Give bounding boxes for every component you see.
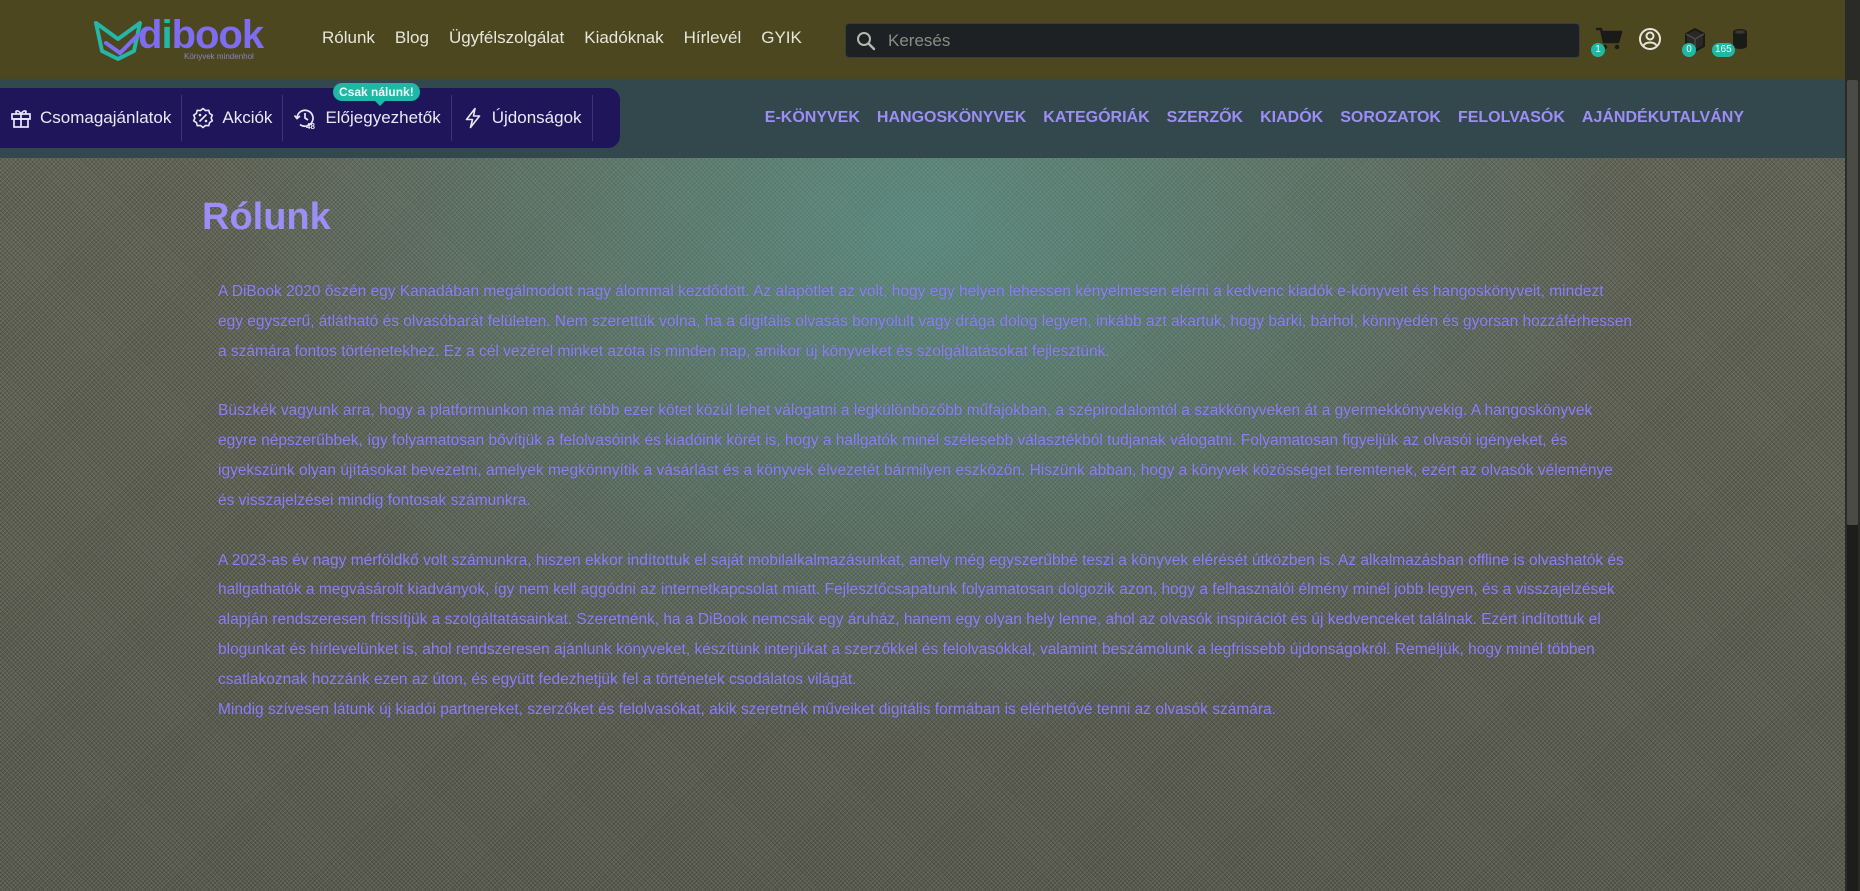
promo-item-akciok[interactable]: Akciók	[182, 95, 284, 141]
top-bar: dibook Könyvek mindenhol Rólunk Blog Ügy…	[0, 0, 1845, 79]
category-bar: Csomagajánlatok Akciók 48 Előjegyezhetők	[0, 79, 1845, 158]
cat-hangoskonyvek[interactable]: HANGOSKÖNYVEK	[877, 109, 1026, 127]
logo[interactable]: dibook Könyvek mindenhol	[90, 13, 275, 65]
promo-menu: Csomagajánlatok Akciók 48 Előjegyezhetők	[0, 83, 620, 148]
lightning-icon	[465, 107, 481, 129]
about-paragraph-3: A 2023-as év nagy mérföldkő volt számunk…	[218, 551, 1624, 688]
top-nav: Rólunk Blog Ügyfélszolgálat Kiadóknak Hí…	[322, 28, 822, 48]
logo-tagline: Könyvek mindenhol	[184, 52, 254, 61]
exclusive-badge: Csak nálunk!	[333, 83, 420, 106]
search-box[interactable]	[845, 23, 1580, 58]
scrollbar-track-lower	[1847, 525, 1858, 891]
promo-item-csomagajanlatok[interactable]: Csomagajánlatok	[0, 95, 183, 141]
category-nav: E-KÖNYVEK HANGOSKÖNYVEK KATEGÓRIÁK SZERZ…	[748, 109, 1744, 127]
svg-text:48: 48	[306, 122, 315, 130]
promo-label: Előjegyezhetők	[325, 108, 441, 127]
promo-label: Akciók	[222, 108, 273, 127]
nav-rolunk[interactable]: Rólunk	[322, 28, 375, 48]
cat-kiadok[interactable]: KIADÓK	[1260, 109, 1323, 127]
user-icon[interactable]	[1635, 24, 1665, 54]
coins-badge: 165	[1712, 43, 1735, 57]
search-input[interactable]	[886, 27, 1570, 55]
search-icon	[857, 32, 876, 51]
logo-letter-i: i	[161, 13, 172, 57]
about-paragraph-4: Mindig szívesen látunk új kiadói partner…	[218, 700, 1276, 718]
promo-item-ujdonsagok[interactable]: Újdonságok	[452, 95, 593, 141]
nav-ugyfelszolgalat[interactable]: Ügyfélszolgálat	[449, 28, 564, 48]
cat-szerzok[interactable]: SZERZŐK	[1167, 109, 1243, 127]
promo-label: Újdonságok	[491, 108, 582, 127]
about-paragraph-2: Büszkék vagyunk arra, hogy a platformunk…	[218, 402, 1613, 509]
gift-box-icon	[11, 110, 31, 128]
cat-ajandekutalvany[interactable]: AJÁNDÉKUTALVÁNY	[1582, 109, 1744, 127]
nav-blog[interactable]: Blog	[395, 28, 429, 48]
page-title: Rólunk	[202, 196, 331, 238]
scrollbar-thumb[interactable]	[1847, 80, 1858, 525]
nav-gyik[interactable]: GYIK	[761, 28, 802, 48]
box-badge: 0	[1682, 43, 1696, 57]
promo-item-elojegyezhetok[interactable]: 48 Előjegyezhetők	[283, 95, 452, 141]
main-content: Rólunk A DiBook 2020 őszén egy Kanadában…	[202, 196, 1632, 724]
promo-label: Csomagajánlatok	[40, 108, 172, 127]
nav-hirlevel[interactable]: Hírlevél	[684, 28, 742, 48]
cat-kategoriak[interactable]: KATEGÓRIÁK	[1043, 109, 1149, 127]
cart-badge: 1	[1591, 43, 1605, 57]
discount-icon	[193, 107, 214, 129]
cat-sorozatok[interactable]: SOROZATOK	[1340, 109, 1441, 127]
about-paragraph-1: A DiBook 2020 őszén egy Kanadában megálm…	[218, 283, 1632, 360]
cat-e-konyvek[interactable]: E-KÖNYVEK	[765, 109, 860, 127]
nav-kiadoknak[interactable]: Kiadóknak	[584, 28, 663, 48]
cat-felolvasok[interactable]: FELOLVASÓK	[1458, 109, 1565, 127]
preorder-48-icon: 48	[294, 109, 316, 130]
